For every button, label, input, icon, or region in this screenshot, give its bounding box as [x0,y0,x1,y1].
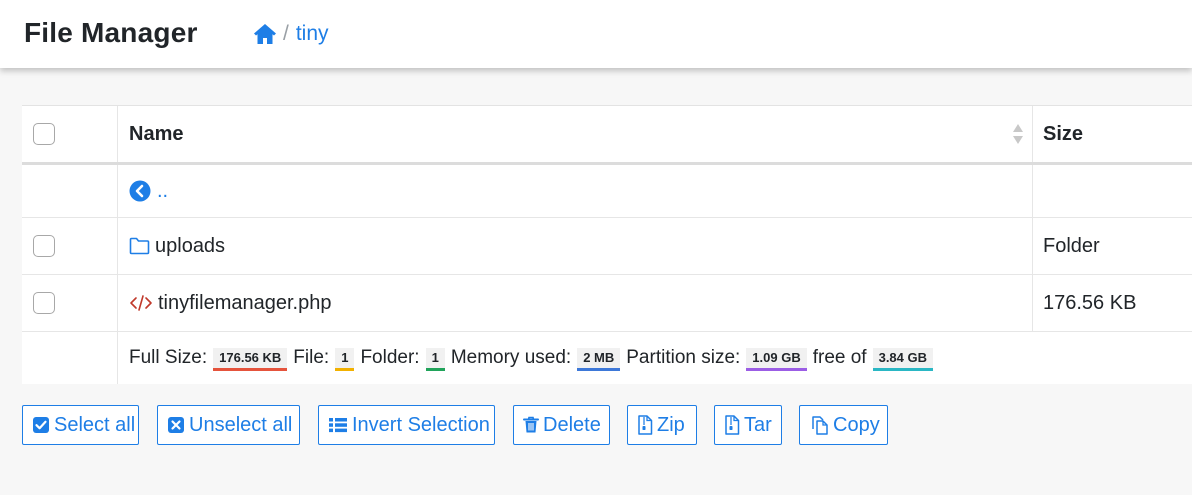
unselect-all-label: Unselect all [189,413,293,436]
breadcrumb: / tiny [253,22,329,46]
file-size: 176.56 KB [1043,291,1137,314]
parent-size-cell [1033,165,1192,217]
row-name-cell: tinyfilemanager.php [118,275,1033,331]
file-count-badge: 1 [335,347,355,371]
file-table: Name Size .. uploads Folder tinyfilemana… [22,105,1192,384]
select-all-cell [22,106,118,162]
table-footer-row: Full Size: 176.56 KB File: 1 Folder: 1 M… [22,332,1192,384]
partition-size-badge: 1.09 GB [746,347,807,371]
folder-link[interactable]: uploads [129,235,225,258]
storage-stats: Full Size: 176.56 KB File: 1 Folder: 1 M… [129,347,939,371]
row-check-cell [22,218,118,274]
tar-button[interactable]: Tar [714,405,782,445]
list-icon [329,418,347,433]
folder-icon [129,237,150,255]
table-row: uploads Folder [22,218,1192,275]
invert-selection-button[interactable]: Invert Selection [318,405,495,445]
folder-name: uploads [155,234,226,257]
folder-size: Folder [1043,234,1100,257]
select-all-checkbox[interactable] [33,123,55,145]
file-name: tinyfilemanager.php [158,291,332,314]
footer-stats-cell: Full Size: 176.56 KB File: 1 Folder: 1 M… [118,332,1033,384]
app-title[interactable]: File Manager [24,17,198,49]
file-zip-icon [638,415,653,435]
row-checkbox[interactable] [33,235,55,257]
parent-folder-row: .. [22,165,1192,218]
table-header-row: Name Size [22,106,1192,165]
name-column-header[interactable]: Name [118,106,1033,162]
delete-button[interactable]: Delete [513,405,610,445]
row-checkbox[interactable] [33,292,55,314]
zip-label: Zip [657,413,685,436]
file-tar-icon [725,415,740,435]
parent-name-cell: .. [118,165,1033,217]
parent-check-cell [22,165,118,217]
trash-icon [523,416,539,433]
folder-count-label: Folder: [360,347,420,368]
unselect-all-button[interactable]: Unselect all [157,405,300,445]
copy-icon [812,416,828,435]
memory-used-badge: 2 MB [577,347,621,371]
chevron-circle-left-icon [129,180,151,202]
size-column-header[interactable]: Size [1033,106,1192,162]
invert-selection-label: Invert Selection [352,413,490,436]
file-count-label: File: [293,347,330,368]
table-row: tinyfilemanager.php 176.56 KB [22,275,1192,332]
code-icon [130,295,152,311]
copy-label: Copy [833,413,880,436]
select-all-label: Select all [54,413,136,436]
folder-count-badge: 1 [425,347,445,371]
home-icon[interactable] [253,23,277,45]
copy-button[interactable]: Copy [799,405,888,445]
parent-folder-label: .. [157,179,169,202]
size-column-label: Size [1043,122,1084,145]
free-of-label: free of [812,347,867,368]
name-column-label: Name [129,122,184,145]
partition-size-label: Partition size: [626,347,741,368]
memory-used-label: Memory used: [450,347,572,368]
row-size-cell: Folder [1033,218,1192,274]
full-size-badge: 176.56 KB [213,347,288,371]
check-square-icon [33,417,49,433]
row-size-cell: 176.56 KB [1033,275,1192,331]
top-navbar: File Manager / tiny [0,0,1192,68]
breadcrumb-current-folder[interactable]: tiny [296,22,329,46]
parent-folder-link[interactable]: .. [129,180,168,203]
row-check-cell [22,275,118,331]
full-size-label: Full Size: [129,347,208,368]
footer-check-cell [22,332,118,384]
delete-label: Delete [543,413,601,436]
sort-icon[interactable] [1012,123,1024,145]
zip-button[interactable]: Zip [627,405,697,445]
total-size-badge: 3.84 GB [872,347,934,371]
row-name-cell: uploads [118,218,1033,274]
x-square-icon [168,417,184,433]
breadcrumb-separator: / [283,22,289,45]
tar-label: Tar [744,413,772,436]
file-link[interactable]: tinyfilemanager.php [129,292,331,315]
select-all-button[interactable]: Select all [22,405,139,445]
